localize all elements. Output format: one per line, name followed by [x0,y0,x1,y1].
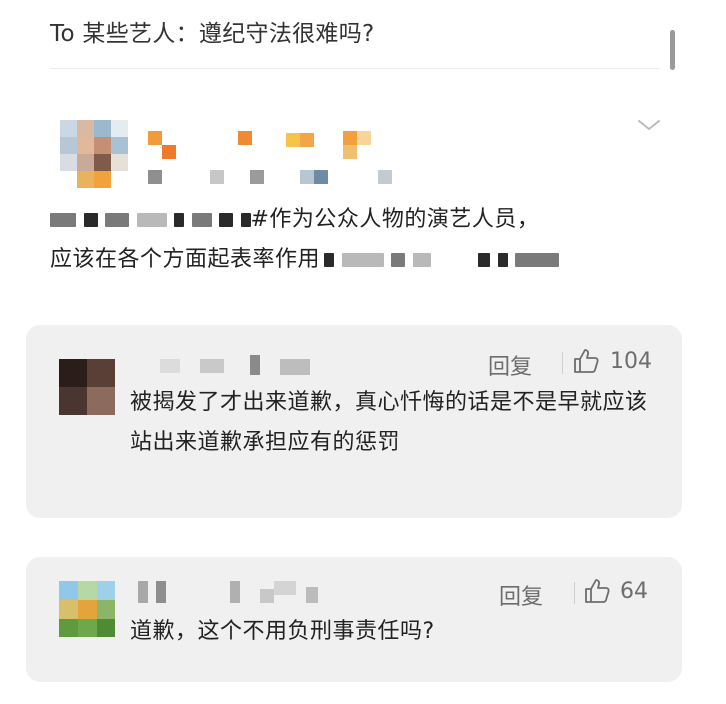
separator [574,582,575,604]
divider [50,68,660,69]
comment-card[interactable]: 回复 104 被揭发了才出来道歉，真心忏悔的话是不是早就应该站出来道歉承担应有的… [26,325,682,518]
post-hashtag[interactable]: #作为公众人物的演艺人员， [251,207,540,232]
comment-text: 被揭发了才出来道歉，真心忏悔的话是不是早就应该站出来道歉承担应有的惩罚 [130,390,648,455]
post-title: To 某些艺人：遵纪守法很难吗? [50,21,375,47]
author-avatar[interactable] [60,120,128,188]
commenter-name-censored[interactable] [130,581,330,603]
reply-button[interactable]: 回复 [499,579,543,611]
reply-button[interactable]: 回复 [488,349,532,381]
thumbs-up-icon[interactable] [583,577,611,605]
separator [562,352,563,374]
thumbs-up-icon[interactable] [572,347,600,375]
commenter-avatar[interactable] [59,359,115,415]
commenter-avatar[interactable] [59,581,115,637]
post-body: #作为公众人物的演艺人员， 应该在各个方面起表率作用 [50,200,670,284]
scrollbar[interactable] [670,30,675,70]
post-body-line-1: #作为公众人物的演艺人员， [50,200,670,240]
post-body-line-2: 应该在各个方面起表率作用 [50,240,670,280]
comment-text: 道歉，这个不用负刑事责任吗? [130,619,435,644]
chevron-down-icon[interactable] [636,116,662,134]
comment-card[interactable]: 回复 64 道歉，这个不用负刑事责任吗? [26,557,682,682]
commenter-name-censored[interactable] [130,355,310,377]
like-count: 64 [620,579,648,604]
like-count: 104 [610,349,652,374]
